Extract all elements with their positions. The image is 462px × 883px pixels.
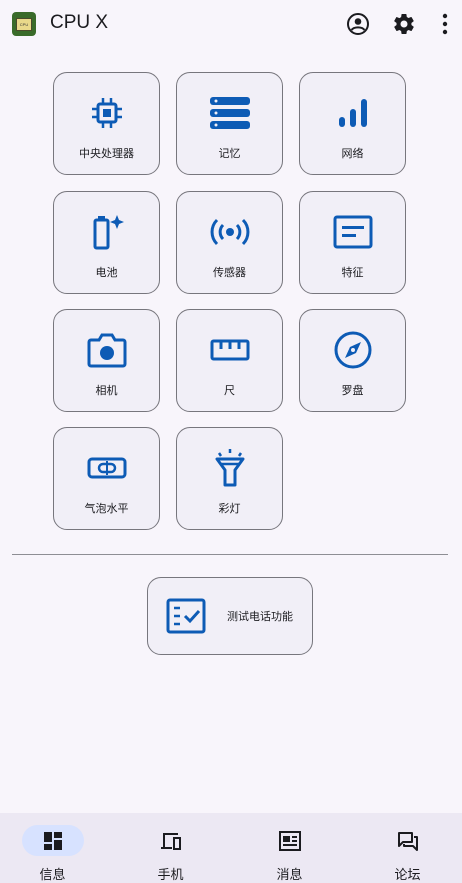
tool-label: 尺 bbox=[224, 384, 235, 397]
app-title: CPU X bbox=[50, 12, 109, 33]
tool-label: 中央处理器 bbox=[79, 147, 134, 160]
nav-item-news[interactable]: 消息 bbox=[232, 813, 347, 883]
flashlight-icon bbox=[210, 448, 250, 488]
bubble-level-icon bbox=[87, 448, 127, 488]
tool-tile-flashlight[interactable]: 彩灯 bbox=[176, 427, 283, 530]
nav-item-info[interactable]: 信息 bbox=[0, 813, 110, 883]
bottom-navigation: 信息 手机 消息 论坛 bbox=[0, 813, 462, 883]
sensor-waves-icon bbox=[210, 212, 250, 252]
nav-label: 手机 bbox=[157, 868, 184, 883]
tool-tile-ruler[interactable]: 尺 bbox=[176, 309, 283, 412]
ruler-icon bbox=[210, 330, 250, 370]
tool-label: 电池 bbox=[95, 266, 118, 279]
cpu-chip-icon bbox=[87, 93, 127, 133]
tool-tile-bubble-level[interactable]: 气泡水平 bbox=[53, 427, 160, 530]
tool-label: 相机 bbox=[95, 384, 118, 397]
devices-icon bbox=[160, 832, 181, 850]
test-phone-features-label: 测试电话功能 bbox=[227, 610, 293, 623]
tool-label: 网络 bbox=[341, 147, 364, 160]
compass-icon bbox=[333, 330, 373, 370]
test-phone-features-button[interactable]: 测试电话功能 bbox=[147, 577, 313, 655]
nav-active-indicator bbox=[21, 825, 84, 856]
tool-tile-camera[interactable]: 相机 bbox=[53, 309, 160, 412]
nav-icon-wrap bbox=[377, 825, 439, 856]
feature-card-icon bbox=[333, 212, 373, 252]
settings-button[interactable] bbox=[391, 11, 417, 37]
signal-bars-icon bbox=[333, 93, 373, 133]
more-options-button[interactable] bbox=[432, 11, 458, 37]
nav-item-phone[interactable]: 手机 bbox=[113, 813, 228, 883]
tool-label: 彩灯 bbox=[218, 502, 241, 515]
tool-label: 特征 bbox=[341, 266, 364, 279]
tool-tile-memory[interactable]: 记忆 bbox=[176, 72, 283, 175]
tool-tile-sensors[interactable]: 传感器 bbox=[176, 191, 283, 294]
account-circle-icon bbox=[347, 13, 369, 35]
section-divider bbox=[12, 554, 448, 555]
tool-tile-compass[interactable]: 罗盘 bbox=[299, 309, 406, 412]
news-icon bbox=[278, 830, 301, 851]
top-app-bar: CPU CPU X bbox=[0, 0, 462, 48]
settings-gear-icon bbox=[394, 14, 414, 35]
battery-icon bbox=[87, 212, 127, 252]
memory-storage-icon bbox=[209, 93, 250, 133]
more-vert-icon bbox=[442, 13, 448, 35]
tool-tile-features[interactable]: 特征 bbox=[299, 191, 406, 294]
tool-tile-cpu[interactable]: 中央处理器 bbox=[53, 72, 160, 175]
nav-item-forum[interactable]: 论坛 bbox=[350, 813, 462, 883]
forum-icon bbox=[397, 831, 418, 851]
tool-label: 传感器 bbox=[213, 266, 246, 279]
nav-label: 论坛 bbox=[394, 868, 421, 883]
tool-label: 罗盘 bbox=[341, 384, 364, 397]
tool-label: 记忆 bbox=[218, 147, 241, 160]
app-logo-chip: CPU bbox=[16, 17, 32, 31]
camera-icon bbox=[87, 330, 127, 370]
nav-icon-wrap bbox=[140, 825, 202, 856]
tool-label: 气泡水平 bbox=[84, 502, 129, 515]
nav-icon-wrap bbox=[259, 825, 321, 856]
account-button[interactable] bbox=[345, 11, 371, 37]
nav-label: 消息 bbox=[276, 868, 303, 883]
tool-tile-battery[interactable]: 电池 bbox=[53, 191, 160, 294]
nav-label: 信息 bbox=[39, 868, 66, 883]
tool-tile-network[interactable]: 网络 bbox=[299, 72, 406, 175]
dashboard-icon bbox=[43, 831, 62, 850]
checklist-icon bbox=[165, 595, 207, 637]
app-logo: CPU bbox=[12, 12, 36, 36]
